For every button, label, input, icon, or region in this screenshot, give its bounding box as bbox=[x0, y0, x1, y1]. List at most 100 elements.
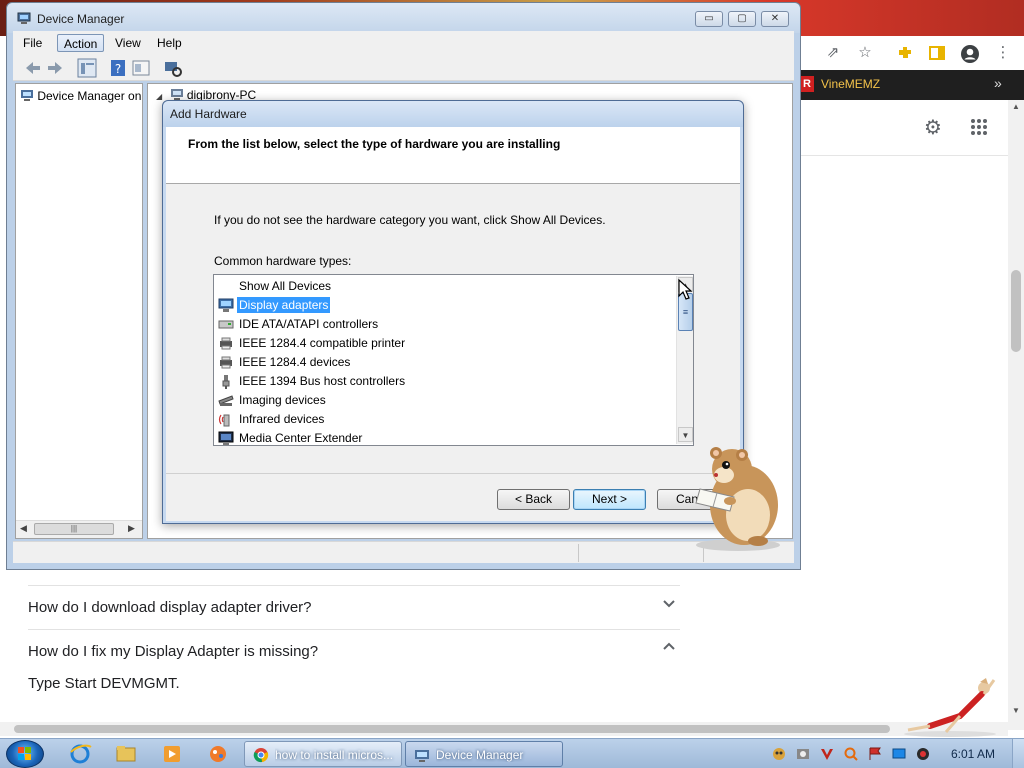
scroll-down-arrow-icon[interactable]: ▼ bbox=[1012, 706, 1020, 715]
back-button[interactable]: < Back bbox=[497, 489, 570, 510]
tray-search-icon[interactable] bbox=[843, 746, 859, 762]
help-icon[interactable]: ? bbox=[109, 58, 129, 78]
taskbar-task-device-manager[interactable]: Device Manager bbox=[405, 741, 563, 767]
list-item[interactable]: Display adapters bbox=[218, 296, 668, 315]
chevron-down-icon[interactable] bbox=[662, 596, 676, 614]
wizard-header: From the list below, select the type of … bbox=[166, 127, 740, 184]
list-item[interactable]: Infrared devices bbox=[218, 410, 668, 429]
menu-bar: File Action View Help bbox=[13, 31, 794, 55]
button-area-separator bbox=[166, 473, 740, 474]
maximize-button[interactable]: ▢ bbox=[728, 11, 756, 27]
menu-help[interactable]: Help bbox=[151, 34, 188, 52]
device-manager-icon bbox=[415, 750, 429, 762]
monitor-icon bbox=[218, 298, 234, 312]
dancer-overlay-icon bbox=[904, 678, 996, 737]
dialog-title: Add Hardware bbox=[170, 107, 247, 121]
close-button[interactable]: ✕ bbox=[761, 11, 789, 27]
list-item-label: IEEE 1284.4 devices bbox=[239, 355, 351, 369]
faq-item[interactable]: How do I download display adapter driver… bbox=[28, 585, 680, 629]
list-item[interactable]: IDE ATA/ATAPI controllers bbox=[218, 315, 668, 334]
list-item-label: Imaging devices bbox=[239, 393, 326, 407]
list-item-label: IEEE 1284.4 compatible printer bbox=[239, 336, 406, 350]
title-bar[interactable]: Device Manager ▭ ▢ ✕ bbox=[7, 3, 800, 33]
tray-network-icon[interactable] bbox=[891, 746, 907, 762]
tray-v-icon[interactable] bbox=[819, 746, 835, 762]
file-explorer-icon[interactable] bbox=[108, 742, 144, 766]
add-hardware-dialog: Add Hardware From the list below, select… bbox=[162, 100, 744, 524]
minimize-button[interactable]: ▭ bbox=[695, 11, 723, 27]
scroll-up-arrow-icon[interactable]: ▲ bbox=[1012, 102, 1020, 111]
forward-arrow-icon[interactable] bbox=[45, 58, 65, 78]
chevron-up-icon[interactable] bbox=[662, 640, 676, 658]
scroll-right-arrow-icon[interactable]: ▶ bbox=[128, 523, 135, 534]
scroll-left-arrow-icon[interactable]: ◀ bbox=[20, 523, 27, 534]
scrollbar-thumb[interactable]: ||| bbox=[34, 523, 114, 535]
tray-flag-icon[interactable] bbox=[867, 746, 883, 762]
browser-menu-icon[interactable]: ⋮ bbox=[994, 44, 1012, 62]
tray-pet-icon[interactable] bbox=[795, 746, 811, 762]
scanner-icon bbox=[218, 395, 234, 406]
printer-icon bbox=[220, 356, 232, 369]
status-bar bbox=[13, 541, 794, 563]
list-item[interactable]: Show All Devices bbox=[218, 277, 668, 296]
bookmark-vinememz[interactable]: VineMEMZ bbox=[821, 77, 880, 91]
tray-app-icon[interactable] bbox=[771, 746, 787, 762]
list-item[interactable]: Media Center Extender bbox=[218, 429, 668, 445]
apps-grid-icon[interactable] bbox=[968, 117, 990, 139]
back-arrow-icon[interactable] bbox=[23, 58, 43, 78]
printer-icon bbox=[220, 337, 232, 350]
console-tree-item[interactable]: Device Manager on bbox=[20, 88, 144, 106]
list-item[interactable]: IEEE 1284.4 compatible printer bbox=[218, 334, 668, 353]
tray-volume-icon[interactable] bbox=[915, 746, 931, 762]
search-header: ⚙ bbox=[800, 100, 1008, 156]
settings-gear-icon[interactable]: ⚙ bbox=[922, 117, 944, 139]
toolbar: ? bbox=[13, 55, 794, 81]
taskbar-task-label: Device Manager bbox=[436, 748, 524, 762]
instruction-text: If you do not see the hardware category … bbox=[214, 213, 606, 227]
properties-icon[interactable] bbox=[131, 58, 151, 78]
list-item[interactable]: IEEE 1284.4 devices bbox=[218, 353, 668, 372]
scrollbar-thumb[interactable] bbox=[1011, 270, 1021, 352]
list-item[interactable]: IEEE 1394 Bus host controllers bbox=[218, 372, 668, 391]
expand-arrow-icon[interactable]: ◢ bbox=[156, 92, 162, 101]
bookmark-star-icon[interactable]: ☆ bbox=[856, 44, 874, 62]
drive-icon bbox=[218, 320, 234, 329]
show-desktop-button[interactable] bbox=[1012, 739, 1024, 768]
internet-explorer-icon[interactable] bbox=[62, 742, 98, 766]
faq-question: How do I download display adapter driver… bbox=[28, 599, 312, 616]
next-button[interactable]: Next > bbox=[573, 489, 646, 510]
side-panel-icon[interactable] bbox=[928, 44, 946, 62]
taskbar-task-chrome[interactable]: how to install micros... bbox=[244, 741, 402, 767]
device-manager-icon bbox=[17, 12, 31, 24]
browser-horizontal-scrollbar[interactable] bbox=[0, 722, 1008, 736]
bookmarks-overflow-icon[interactable]: » bbox=[994, 75, 1002, 91]
start-button[interactable] bbox=[6, 740, 44, 768]
list-item-label: IDE ATA/ATAPI controllers bbox=[239, 317, 379, 331]
paint-app-icon[interactable] bbox=[200, 742, 236, 766]
show-hide-tree-icon[interactable] bbox=[77, 58, 97, 78]
list-vertical-scrollbar[interactable]: ▲ ≡ ▼ bbox=[676, 276, 693, 444]
menu-action[interactable]: Action bbox=[57, 34, 105, 52]
menu-file[interactable]: File bbox=[17, 34, 48, 52]
hamster-overlay-icon bbox=[695, 447, 780, 551]
faq-item[interactable]: How do I fix my Display Adapter is missi… bbox=[28, 629, 680, 673]
taskbar: how to install micros... Device Manager … bbox=[0, 738, 1024, 768]
console-tree-label: Device Manager on bbox=[37, 89, 142, 103]
hardware-type-list[interactable]: Show All Devices Display adapters IDE AT… bbox=[213, 274, 694, 446]
extensions-tab-icon[interactable]: ⇗ bbox=[824, 44, 842, 62]
faq-question: How do I fix my Display Adapter is missi… bbox=[28, 643, 319, 660]
list-item[interactable]: Imaging devices bbox=[218, 391, 668, 410]
system-clock[interactable]: 6:01 AM bbox=[951, 747, 995, 761]
scan-hardware-icon[interactable] bbox=[163, 58, 183, 78]
profile-avatar-icon[interactable] bbox=[960, 44, 979, 63]
menu-view[interactable]: View bbox=[109, 34, 147, 52]
horizontal-scrollbar[interactable]: ◀ ||| ▶ bbox=[16, 520, 142, 538]
media-player-icon[interactable] bbox=[154, 742, 190, 766]
extensions-icon[interactable] bbox=[896, 44, 914, 62]
scroll-down-arrow-icon[interactable]: ▼ bbox=[678, 427, 693, 442]
browser-vertical-scrollbar[interactable]: ▲ ▼ bbox=[1008, 100, 1024, 730]
computer-icon bbox=[170, 89, 183, 100]
dialog-title-bar[interactable]: Add Hardware bbox=[163, 101, 743, 127]
scrollbar-thumb[interactable] bbox=[14, 725, 890, 733]
faq-answer: Type Start DEVMGMT. bbox=[28, 675, 180, 692]
